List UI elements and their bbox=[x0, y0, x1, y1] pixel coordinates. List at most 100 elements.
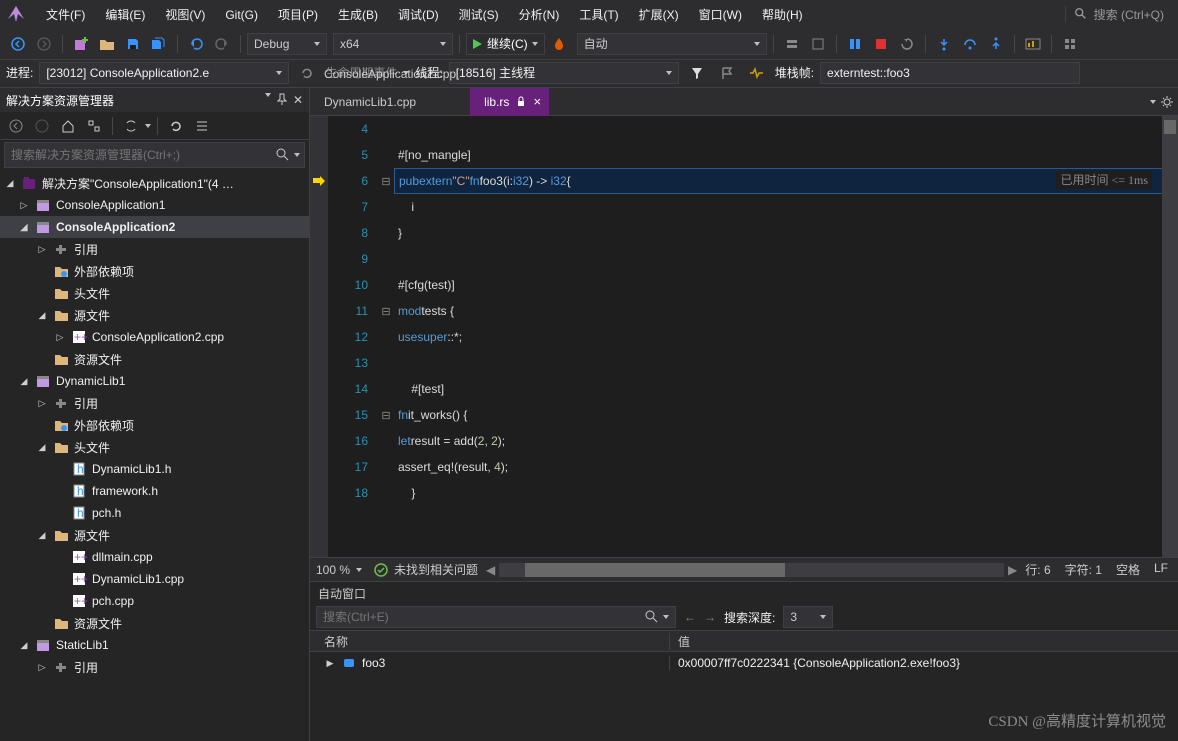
tree-item[interactable]: ◢源文件 bbox=[0, 524, 309, 546]
tree-item[interactable]: hDynamicLib1.h bbox=[0, 458, 309, 480]
open-icon[interactable] bbox=[95, 32, 119, 56]
nav-prev-icon[interactable]: ← bbox=[684, 610, 696, 624]
step-tool2-icon[interactable] bbox=[806, 32, 830, 56]
menu-item[interactable]: 分析(N) bbox=[509, 4, 570, 26]
collapse-icon[interactable] bbox=[190, 114, 214, 138]
save-icon[interactable] bbox=[121, 32, 145, 56]
search-opt-icon[interactable] bbox=[663, 615, 669, 619]
caret-col[interactable]: 字符: 1 bbox=[1065, 561, 1102, 578]
restart-icon[interactable] bbox=[895, 32, 919, 56]
global-search[interactable]: 搜索 (Ctrl+Q) bbox=[1065, 6, 1172, 23]
menu-item[interactable]: 编辑(E) bbox=[95, 4, 155, 26]
save-all-icon[interactable] bbox=[147, 32, 171, 56]
menu-item[interactable]: Git(G) bbox=[215, 4, 268, 26]
tree-item[interactable]: ++pch.cpp bbox=[0, 590, 309, 612]
undo-icon[interactable] bbox=[184, 32, 208, 56]
tree-item[interactable]: ▷引用 bbox=[0, 656, 309, 678]
tree-item[interactable]: 外部依赖项 bbox=[0, 260, 309, 282]
tree-item[interactable]: ▷引用 bbox=[0, 392, 309, 414]
run-mode-combo[interactable]: 自动 bbox=[577, 33, 767, 55]
diag-tool-icon[interactable] bbox=[1021, 32, 1045, 56]
misc-icon[interactable] bbox=[1058, 32, 1082, 56]
vertical-scrollbar[interactable] bbox=[1162, 116, 1178, 557]
thread-icon[interactable] bbox=[745, 61, 769, 85]
menu-item[interactable]: 工具(T) bbox=[569, 4, 628, 26]
tree-item[interactable]: 资源文件 bbox=[0, 612, 309, 634]
menu-item[interactable]: 调试(D) bbox=[388, 4, 449, 26]
caret-line[interactable]: 行: 6 bbox=[1025, 561, 1050, 578]
panel-search[interactable] bbox=[4, 142, 305, 168]
tree-item[interactable]: ▷++ConsoleApplication2.cpp bbox=[0, 326, 309, 348]
home-icon[interactable] bbox=[56, 114, 80, 138]
solution-tree[interactable]: ◢ 解决方案"ConsoleApplication1"(4 … ▷Console… bbox=[0, 170, 309, 741]
code-editor[interactable]: 456789101112131415161718 ⊟⊟⊟ #[no_mangle… bbox=[310, 116, 1178, 557]
tree-item[interactable]: ◢头文件 bbox=[0, 436, 309, 458]
tab-active[interactable]: lib.rs × bbox=[470, 88, 549, 116]
tree-item[interactable]: 外部依赖项 bbox=[0, 414, 309, 436]
config-combo[interactable]: Debug bbox=[247, 33, 327, 55]
autos-search-input[interactable] bbox=[323, 610, 645, 624]
tree-item[interactable]: 头文件 bbox=[0, 282, 309, 304]
search-options-icon[interactable] bbox=[294, 153, 300, 157]
menu-item[interactable]: 帮助(H) bbox=[752, 4, 813, 26]
step-into-icon[interactable] bbox=[932, 32, 956, 56]
new-item-icon[interactable] bbox=[69, 32, 93, 56]
menu-item[interactable]: 项目(P) bbox=[268, 4, 328, 26]
refresh-icon[interactable] bbox=[164, 114, 188, 138]
nav-back-icon[interactable] bbox=[6, 32, 30, 56]
panel-menu-icon[interactable] bbox=[265, 93, 271, 97]
step-tool-icon[interactable] bbox=[780, 32, 804, 56]
eol-mode[interactable]: LF bbox=[1154, 561, 1168, 578]
issues-text[interactable]: 未找到相关问题 bbox=[394, 561, 478, 578]
process-combo[interactable]: [23012] ConsoleApplication2.e bbox=[39, 62, 289, 84]
continue-button[interactable]: 继续(C) bbox=[466, 33, 545, 55]
pin-icon[interactable] bbox=[277, 93, 287, 107]
indent-mode[interactable]: 空格 bbox=[1116, 561, 1140, 578]
menu-item[interactable]: 视图(V) bbox=[155, 4, 215, 26]
tab[interactable]: DynamicLib1.cpp bbox=[310, 88, 470, 116]
horizontal-scrollbar[interactable]: ◀▶ bbox=[486, 563, 1017, 577]
hot-reload-icon[interactable] bbox=[547, 32, 571, 56]
tree-item[interactable]: 资源文件 bbox=[0, 348, 309, 370]
tree-item[interactable]: ▷ConsoleApplication1 bbox=[0, 194, 309, 216]
panel-search-input[interactable] bbox=[11, 148, 276, 162]
menu-item[interactable]: 文件(F) bbox=[36, 4, 95, 26]
tree-item[interactable]: ◢StaticLib1 bbox=[0, 634, 309, 656]
thread-combo[interactable]: [18516] 主线程 bbox=[449, 62, 679, 84]
gear-icon[interactable] bbox=[1160, 95, 1174, 109]
pause-icon[interactable] bbox=[843, 32, 867, 56]
menu-item[interactable]: 生成(B) bbox=[328, 4, 388, 26]
menu-item[interactable]: 扩展(X) bbox=[629, 4, 689, 26]
step-over-icon[interactable] bbox=[958, 32, 982, 56]
autos-search[interactable] bbox=[316, 606, 676, 628]
menu-item[interactable]: 窗口(W) bbox=[689, 4, 752, 26]
col-name[interactable]: 名称 bbox=[310, 633, 670, 650]
tree-item[interactable]: ▷引用 bbox=[0, 238, 309, 260]
tree-item[interactable]: ◢源文件 bbox=[0, 304, 309, 326]
switch-view-icon[interactable] bbox=[82, 114, 106, 138]
filter-icon[interactable] bbox=[685, 61, 709, 85]
tree-item[interactable]: ◢DynamicLib1 bbox=[0, 370, 309, 392]
tree-item[interactable]: ◢ConsoleApplication2 bbox=[0, 216, 309, 238]
zoom-level[interactable]: 100 % bbox=[316, 563, 350, 577]
flag-icon[interactable] bbox=[715, 61, 739, 85]
fold-gutter[interactable]: ⊟⊟⊟ bbox=[378, 116, 394, 557]
tree-item[interactable]: ++dllmain.cpp bbox=[0, 546, 309, 568]
sync-icon[interactable] bbox=[119, 114, 143, 138]
close-icon[interactable]: ✕ bbox=[293, 93, 303, 107]
stop-icon[interactable] bbox=[869, 32, 893, 56]
tree-item[interactable]: ++DynamicLib1.cpp bbox=[0, 568, 309, 590]
solution-node[interactable]: ◢ 解决方案"ConsoleApplication1"(4 … bbox=[0, 172, 309, 194]
tab[interactable]: ConsoleApplication2.cpp bbox=[310, 60, 470, 88]
tab-close-icon[interactable]: × bbox=[533, 94, 541, 109]
step-out-icon[interactable] bbox=[984, 32, 1008, 56]
tab-overflow-icon[interactable] bbox=[1150, 100, 1156, 104]
nav-next-icon[interactable]: → bbox=[704, 610, 716, 624]
pt-back-icon[interactable] bbox=[4, 114, 28, 138]
platform-combo[interactable]: x64 bbox=[333, 33, 453, 55]
tree-item[interactable]: hframework.h bbox=[0, 480, 309, 502]
depth-combo[interactable]: 3 bbox=[783, 606, 833, 628]
stack-combo[interactable]: externtest::foo3 bbox=[820, 62, 1080, 84]
menu-item[interactable]: 测试(S) bbox=[449, 4, 509, 26]
table-row[interactable]: ▶ foo3 0x00007ff7c0222341 {ConsoleApplic… bbox=[310, 652, 1178, 674]
